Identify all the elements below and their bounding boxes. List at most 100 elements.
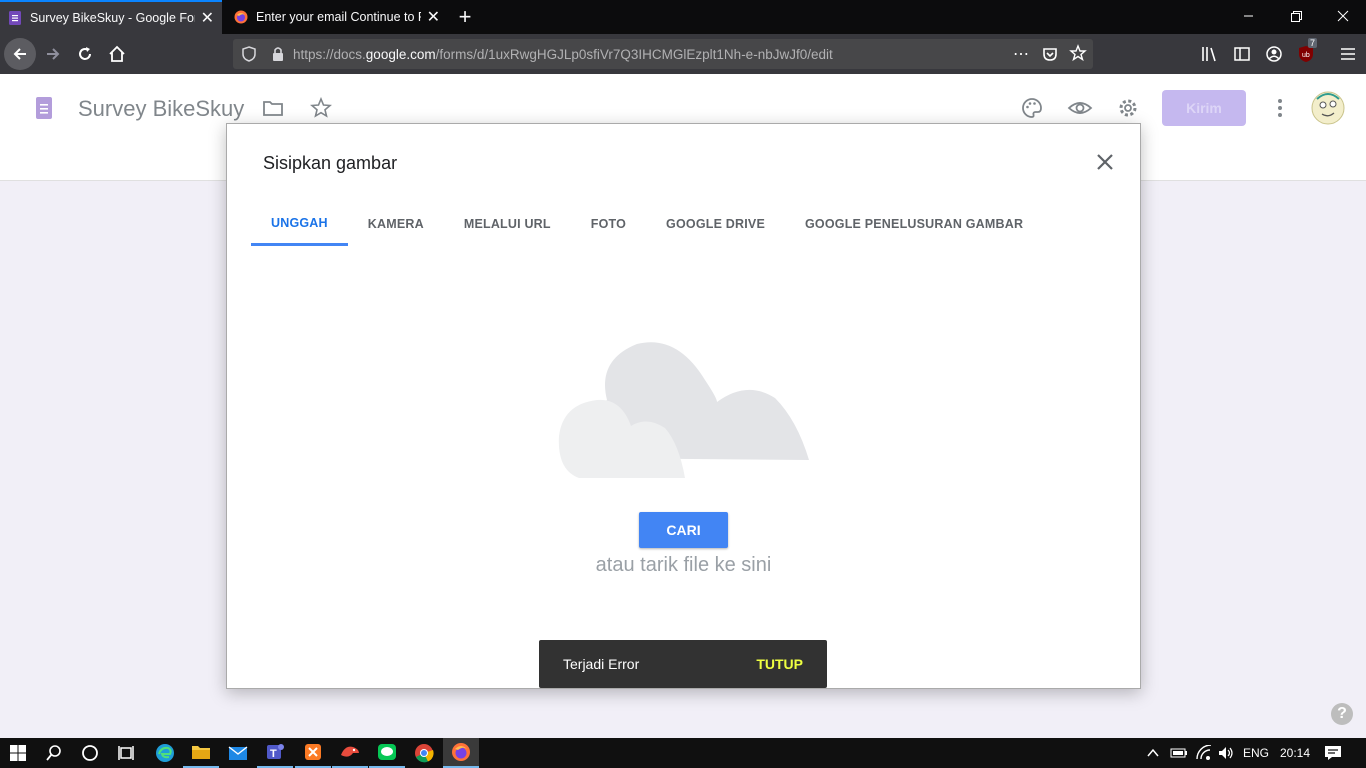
tab-google-drive[interactable]: GOOGLE DRIVE <box>646 202 785 246</box>
pocket-icon[interactable] <box>1041 45 1059 63</box>
tab-title: Enter your email Continue to Firefox <box>256 10 421 24</box>
svg-text:T: T <box>270 748 277 760</box>
error-snackbar: Terjadi Error TUTUP <box>539 640 827 688</box>
google-forms-logo-icon[interactable] <box>34 96 54 122</box>
window-close-icon[interactable] <box>1335 8 1351 24</box>
taskbar-app-bird[interactable] <box>332 738 368 768</box>
line-chat-icon <box>378 744 396 760</box>
arrow-right-icon <box>47 48 60 60</box>
insert-image-dialog: Sisipkan gambar UNGGAH KAMERA MELALUI UR… <box>226 123 1141 689</box>
task-view-button[interactable] <box>108 738 144 768</box>
library-icon[interactable] <box>1200 44 1220 64</box>
image-source-tabs: UNGGAH KAMERA MELALUI URL FOTO GOOGLE DR… <box>251 202 1043 246</box>
taskbar-edge[interactable] <box>147 738 183 768</box>
edge-icon <box>156 744 174 762</box>
taskbar-xampp[interactable] <box>295 738 331 768</box>
taskbar-line[interactable] <box>369 738 405 768</box>
url-domain: google.com <box>365 46 436 62</box>
taskbar-chrome[interactable] <box>406 738 442 768</box>
language-indicator[interactable]: ENG <box>1243 738 1269 768</box>
search-button[interactable] <box>36 738 72 768</box>
form-title[interactable]: Survey BikeSkuy <box>78 96 244 122</box>
bookmark-star-icon[interactable] <box>1069 44 1087 62</box>
google-forms-icon <box>9 11 21 25</box>
reload-button[interactable] <box>69 38 101 70</box>
close-tab-icon[interactable]: ✕ <box>201 8 214 28</box>
notification-center-icon[interactable] <box>1324 745 1342 761</box>
taskbar-firefox[interactable] <box>443 738 479 768</box>
windows-logo-icon <box>10 745 26 761</box>
tab-upload[interactable]: UNGGAH <box>251 202 348 246</box>
forward-button[interactable] <box>37 38 69 70</box>
lock-icon[interactable] <box>267 44 289 64</box>
start-button[interactable] <box>0 738 36 768</box>
url-path: /forms/d/1uxRwgHGJLp0sfiVr7Q3IHCMGlEzplt… <box>435 46 833 62</box>
ublock-badge-count: 7 <box>1308 38 1318 48</box>
clock[interactable]: 20:14 <box>1280 738 1310 768</box>
hamburger-menu-icon[interactable] <box>1338 44 1358 64</box>
xampp-icon <box>305 744 321 760</box>
browser-tab-strip: Survey BikeSkuy - Google Forms ✕ Enter y… <box>0 0 1366 34</box>
shield-icon[interactable] <box>233 44 267 64</box>
task-view-icon <box>118 746 134 760</box>
taskbar-teams[interactable]: T <box>257 738 293 768</box>
tab-by-url[interactable]: MELALUI URL <box>444 202 571 246</box>
cortana-circle-icon <box>82 745 98 761</box>
tab-survey-bikeskuy[interactable]: Survey BikeSkuy - Google Forms ✕ <box>0 0 222 34</box>
tab-title: Survey BikeSkuy - Google Forms <box>30 11 195 25</box>
home-button[interactable] <box>101 38 133 70</box>
sidebar-icon[interactable] <box>1232 44 1252 64</box>
browse-button[interactable]: CARI <box>639 512 728 548</box>
chrome-icon <box>415 744 434 763</box>
reload-icon <box>79 47 91 60</box>
snackbar-close-button[interactable]: TUTUP <box>756 656 803 672</box>
tab-firefox-email[interactable]: Enter your email Continue to Firefox ✕ <box>226 0 448 34</box>
drop-zone-hint: atau tarik file ke sini <box>595 554 772 576</box>
arrow-left-icon <box>13 48 26 60</box>
ublock-extension-button[interactable]: ub 7 <box>1296 38 1320 66</box>
cloud-upload-illustration-icon <box>558 342 809 478</box>
wifi-icon[interactable] <box>1195 745 1213 761</box>
close-icon[interactable] <box>1093 150 1117 174</box>
close-tab-icon[interactable]: ✕ <box>427 7 440 27</box>
cortana-button[interactable] <box>72 738 108 768</box>
palette-icon[interactable] <box>1020 96 1044 120</box>
help-button[interactable]: ? <box>1331 703 1353 725</box>
dialog-title: Sisipkan gambar <box>263 153 398 173</box>
folder-icon[interactable] <box>262 97 284 119</box>
tab-photos[interactable]: FOTO <box>571 202 646 246</box>
preview-eye-icon[interactable] <box>1067 96 1093 120</box>
avatar[interactable] <box>1311 91 1345 125</box>
taskbar-file-explorer[interactable] <box>183 738 219 768</box>
bird-app-icon <box>341 746 359 757</box>
teams-icon: T <box>267 744 284 760</box>
folder-icon <box>192 746 210 759</box>
chevron-up-icon[interactable] <box>1146 746 1160 760</box>
restore-icon[interactable] <box>1288 8 1304 24</box>
tab-google-image-search[interactable]: GOOGLE PENELUSURAN GAMBAR <box>785 202 1043 246</box>
minimize-icon[interactable] <box>1240 8 1256 24</box>
firefox-icon <box>234 10 248 24</box>
settings-gear-icon[interactable] <box>1116 96 1140 120</box>
search-icon <box>46 745 61 761</box>
firefox-icon <box>452 743 470 761</box>
back-button[interactable] <box>4 38 36 70</box>
taskbar-mail[interactable] <box>220 738 256 768</box>
tab-camera[interactable]: KAMERA <box>348 202 444 246</box>
new-tab-icon[interactable]: + <box>452 4 478 30</box>
url-text[interactable]: https://docs.google.com/forms/d/1uxRwgHG… <box>293 47 833 62</box>
volume-icon[interactable] <box>1217 745 1235 761</box>
address-bar[interactable]: https://docs.google.com/forms/d/1uxRwgHG… <box>233 39 1093 69</box>
snackbar-message: Terjadi Error <box>563 656 640 672</box>
star-icon[interactable] <box>310 97 332 119</box>
windows-taskbar: T ENG 20:14 <box>0 738 1366 768</box>
mail-icon <box>228 746 248 760</box>
page-actions-icon[interactable]: ⋯ <box>1013 44 1029 64</box>
battery-icon[interactable] <box>1170 746 1188 760</box>
svg-text:ub: ub <box>1302 52 1310 59</box>
home-icon <box>109 45 125 62</box>
send-button[interactable]: Kirim <box>1162 90 1246 126</box>
more-vert-icon[interactable] <box>1270 97 1290 119</box>
url-prefix: https://docs. <box>293 46 366 62</box>
account-icon[interactable] <box>1264 44 1284 64</box>
